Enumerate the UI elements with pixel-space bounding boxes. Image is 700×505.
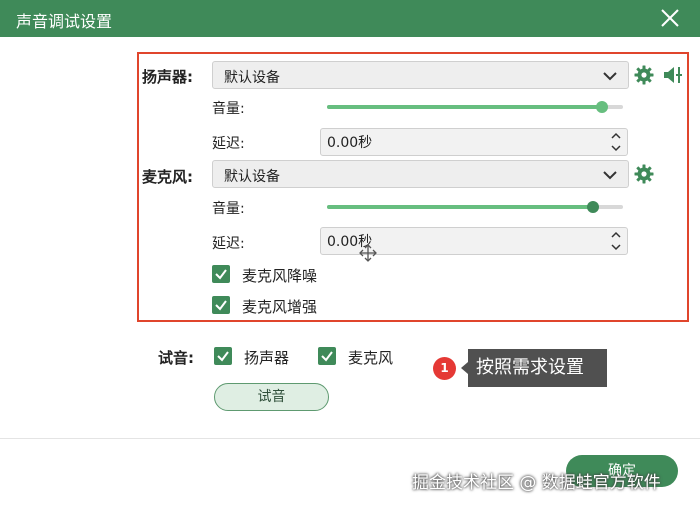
spin-down-icon[interactable] (610, 143, 622, 153)
speaker-label: 扬声器: (142, 68, 193, 86)
check-icon (321, 351, 333, 362)
microphone-device-value: 默认设备 (224, 169, 280, 185)
footer-divider (0, 438, 700, 439)
spin-up-icon[interactable] (610, 131, 622, 141)
tooltip-pointer (461, 362, 468, 374)
test-sound-button[interactable]: 试音 (214, 383, 329, 411)
microphone-delay-label: 延迟: (212, 236, 245, 252)
slider-thumb[interactable] (587, 201, 599, 213)
microphone-settings-gear-icon[interactable] (634, 164, 654, 184)
speaker-delay-spinbox[interactable] (320, 128, 628, 156)
window-title: 声音调试设置 (16, 12, 113, 31)
test-mic-label: 麦克风 (348, 349, 394, 367)
chevron-down-icon (603, 171, 617, 180)
microphone-device-select[interactable]: 默认设备 (212, 160, 629, 188)
check-icon (215, 300, 227, 311)
slider-thumb[interactable] (596, 101, 608, 113)
annotation-tooltip: 按照需求设置 (461, 349, 607, 387)
noise-reduction-label: 麦克风降噪 (242, 267, 318, 285)
spin-down-icon[interactable] (610, 242, 622, 252)
test-speaker-checkbox[interactable] (214, 347, 232, 365)
microphone-volume-slider[interactable] (327, 201, 623, 213)
speaker-volume-icon[interactable] (662, 64, 684, 86)
noise-reduction-checkbox[interactable] (212, 265, 230, 283)
slider-fill (327, 105, 602, 109)
speaker-delay-input[interactable] (327, 132, 577, 152)
speaker-device-select[interactable]: 默认设备 (212, 61, 629, 89)
microphone-label: 麦克风: (142, 168, 193, 186)
close-icon (661, 9, 679, 27)
test-label: 试音: (158, 349, 194, 367)
mic-enhance-label: 麦克风增强 (242, 298, 318, 316)
check-icon (215, 269, 227, 280)
check-icon (217, 351, 229, 362)
close-button[interactable] (656, 4, 684, 32)
speaker-device-value: 默认设备 (224, 70, 280, 86)
speaker-volume-label: 音量: (212, 101, 245, 117)
mic-enhance-checkbox[interactable] (212, 296, 230, 314)
step-badge: 1 (433, 357, 456, 380)
test-speaker-label: 扬声器 (244, 349, 290, 367)
move-cursor-icon (359, 244, 377, 262)
title-bar: 声音调试设置 (0, 0, 700, 37)
slider-fill (327, 205, 593, 209)
speaker-settings-gear-icon[interactable] (634, 65, 654, 85)
tooltip-text: 按照需求设置 (476, 357, 584, 378)
spin-up-icon[interactable] (610, 230, 622, 240)
microphone-volume-label: 音量: (212, 201, 245, 217)
test-mic-checkbox[interactable] (318, 347, 336, 365)
watermark-text: 掘金技术社区 @ 数据蛙官方软件 (412, 473, 661, 493)
chevron-down-icon (603, 72, 617, 81)
speaker-delay-label: 延迟: (212, 136, 245, 152)
speaker-volume-slider[interactable] (327, 101, 623, 113)
